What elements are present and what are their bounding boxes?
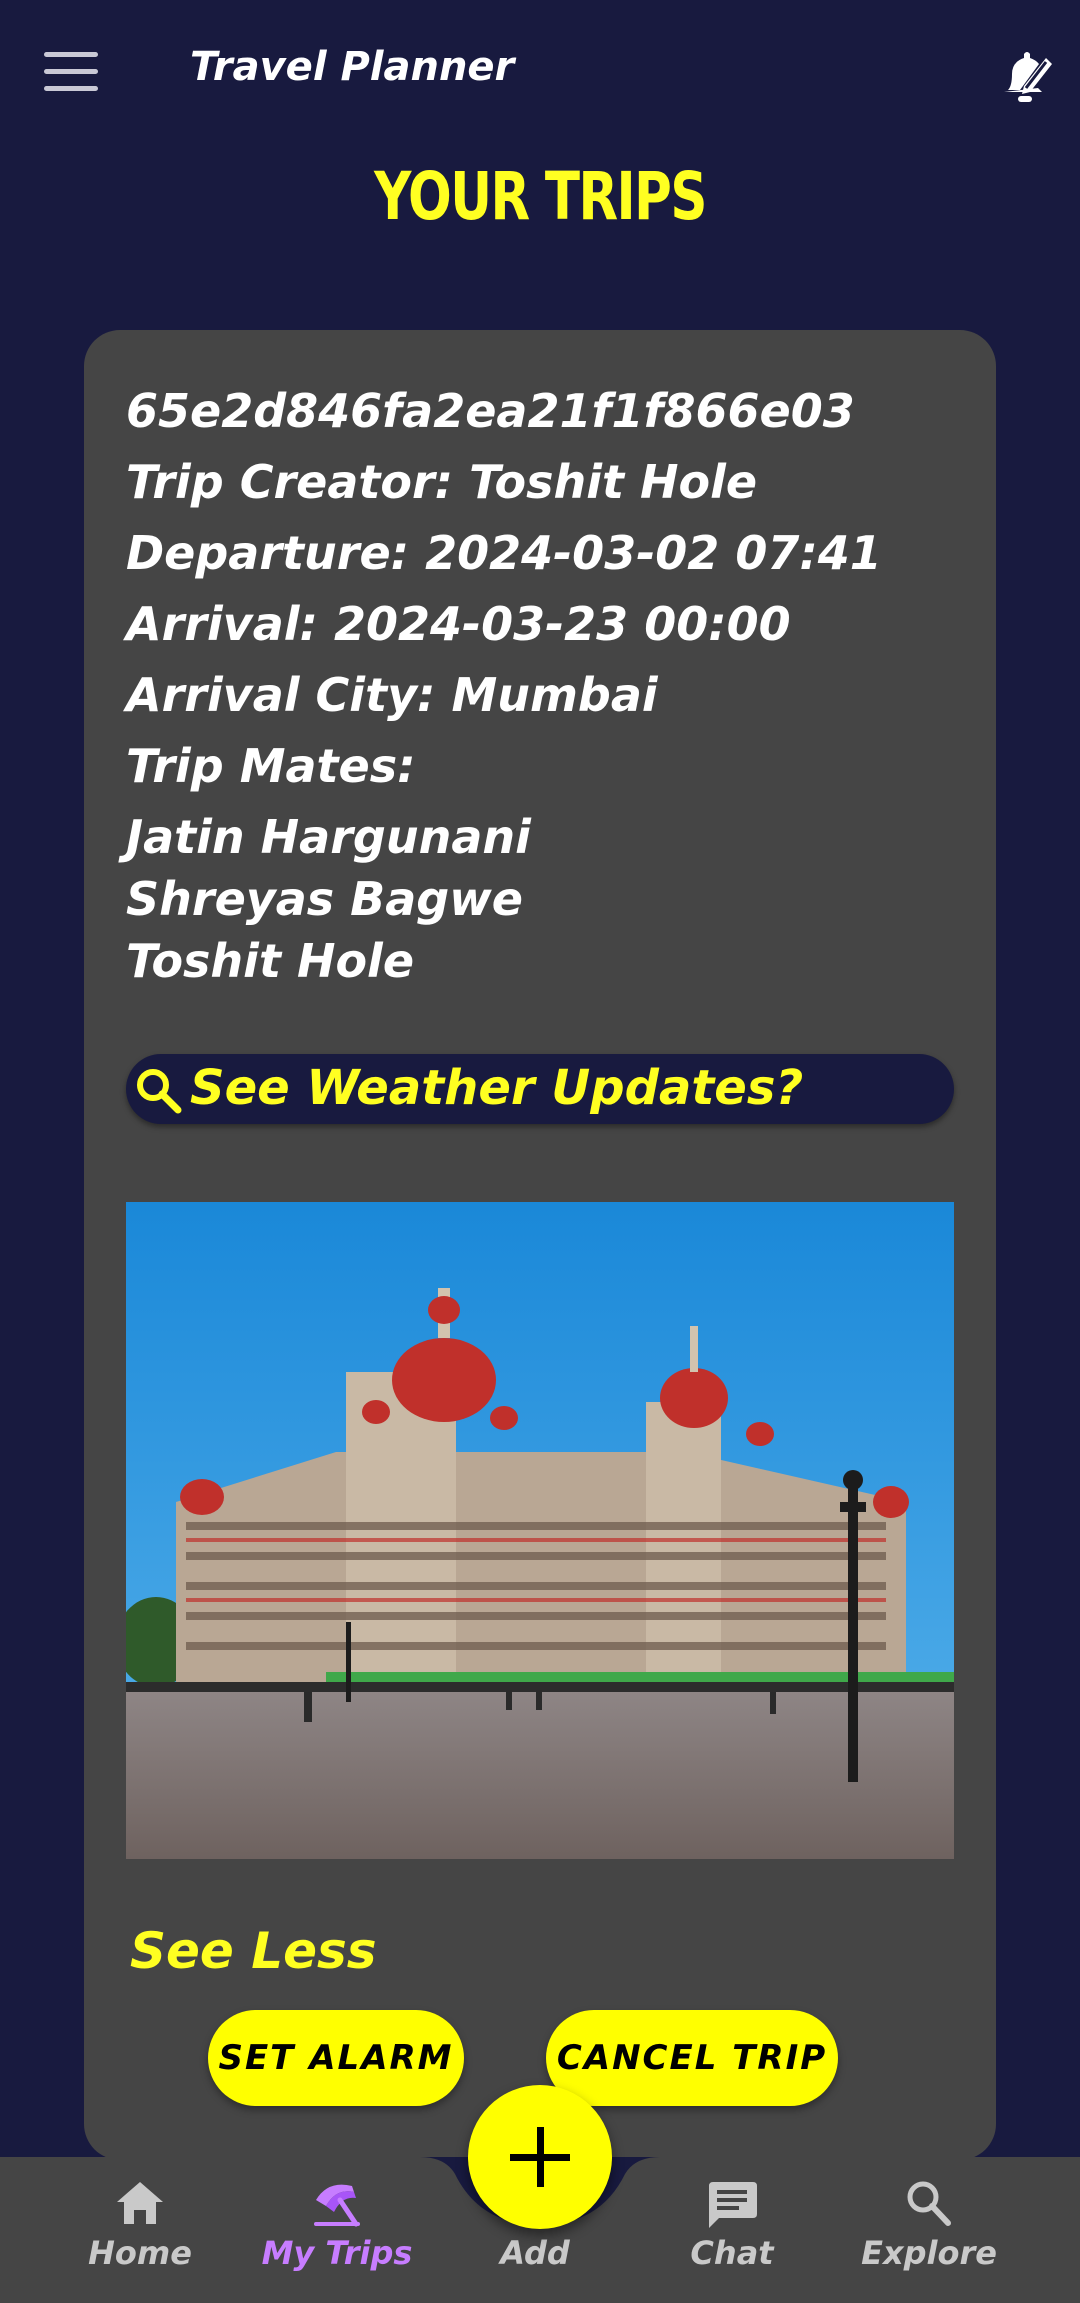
- destination-photo: [126, 1202, 954, 1859]
- set-alarm-button[interactable]: SET ALARM: [208, 2010, 464, 2106]
- see-less-link[interactable]: See Less: [130, 1922, 377, 1980]
- nav-explore[interactable]: Explore: [849, 2178, 1009, 2272]
- chat-icon: [709, 2182, 757, 2228]
- trip-arrival-city: Arrival City: Mumbai: [126, 668, 658, 722]
- trip-id: 65e2d846fa2ea21f1f866e03: [126, 384, 855, 438]
- app-bar: Travel Planner: [0, 0, 1080, 150]
- nav-my-trips-label: My Trips: [261, 2234, 413, 2272]
- trip-mates-label: Trip Mates:: [126, 739, 416, 793]
- trip-creator: Trip Creator: Toshit Hole: [126, 455, 758, 509]
- page-title: YOUR TRIPS: [374, 158, 707, 235]
- beach-umbrella-icon: [314, 2184, 360, 2227]
- trip-mates-list: Jatin Hargunani Shreyas Bagwe Toshit Hol…: [126, 806, 882, 992]
- trip-departure: Departure: 2024-03-02 07:41: [126, 526, 882, 580]
- nav-home[interactable]: Home: [60, 2178, 220, 2272]
- search-icon: [907, 2181, 951, 2226]
- search-icon: [134, 1066, 184, 1116]
- app-title: Travel Planner: [190, 44, 515, 90]
- trip-arrival: Arrival: 2024-03-23 00:00: [126, 597, 791, 651]
- add-trip-fab[interactable]: [468, 2085, 612, 2229]
- plus-icon: [510, 2127, 570, 2187]
- nav-add-label: Add: [500, 2234, 570, 2272]
- nav-chat[interactable]: Chat: [652, 2178, 812, 2272]
- nav-my-trips[interactable]: My Trips: [257, 2178, 417, 2272]
- trip-mate: Toshit Hole: [126, 934, 415, 988]
- nav-explore-label: Explore: [861, 2234, 997, 2272]
- hamburger-menu-icon[interactable]: [44, 52, 98, 92]
- weather-updates-button[interactable]: See Weather Updates?: [126, 1054, 954, 1124]
- home-icon: [117, 2182, 163, 2224]
- trip-mate: Jatin Hargunani: [126, 810, 531, 864]
- trip-details: 65e2d846fa2ea21f1f866e03 Trip Creator: T…: [126, 376, 882, 992]
- nav-home-label: Home: [88, 2234, 192, 2272]
- trip-card: 65e2d846fa2ea21f1f866e03 Trip Creator: T…: [84, 330, 996, 2160]
- alarm-edit-icon[interactable]: [1000, 44, 1054, 104]
- nav-chat-label: Chat: [690, 2234, 774, 2272]
- weather-updates-label: See Weather Updates?: [190, 1060, 804, 1116]
- trip-mate: Shreyas Bagwe: [126, 872, 523, 926]
